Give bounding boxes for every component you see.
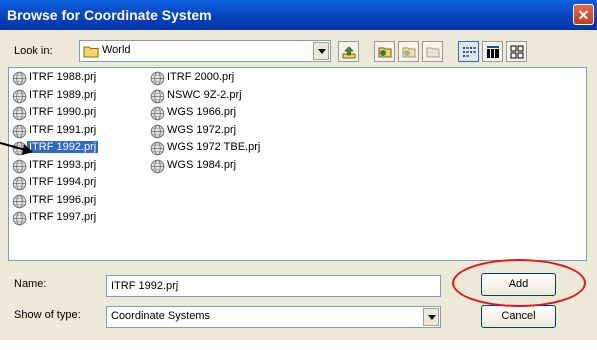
connect-folder-icon xyxy=(378,47,392,58)
globe-icon xyxy=(150,106,165,124)
folder-icon xyxy=(83,46,99,58)
new-folder-button[interactable] xyxy=(422,41,443,62)
name-input[interactable]: ITRF 1992.prj xyxy=(106,275,441,297)
file-name: ITRF 1996.prj xyxy=(29,193,97,206)
file-name: WGS 1972 TBE.prj xyxy=(167,141,261,153)
look-in-value: World xyxy=(102,44,131,56)
look-in-label: Look in: xyxy=(14,45,53,57)
file-name: ITRF 1994.prj xyxy=(29,176,97,188)
show-of-type-dropdown[interactable]: Coordinate Systems xyxy=(106,306,441,328)
list-view-icon xyxy=(463,47,476,57)
title-bar[interactable]: Browse for Coordinate System ✕ xyxy=(0,0,597,30)
file-name: ITRF 1989.prj xyxy=(29,88,97,101)
file-name: ITRF 2000.prj xyxy=(167,71,235,83)
file-name: ITRF 1988.prj xyxy=(29,71,97,83)
file-list[interactable]: ITRF 1988.prj ITRF 1989.prj ITRF 1990.prj I… xyxy=(8,67,587,261)
up-one-level-button[interactable] xyxy=(338,41,359,62)
globe-icon xyxy=(12,176,27,194)
globe-icon xyxy=(12,89,27,107)
show-of-type-label: Show of type: xyxy=(14,309,81,321)
disconnect-folder-icon xyxy=(402,47,416,58)
cancel-button[interactable]: Cancel xyxy=(481,305,556,328)
details-view-icon xyxy=(487,46,499,58)
dialog-title: Browse for Coordinate System xyxy=(7,7,212,23)
thumbnails-view-button[interactable] xyxy=(506,41,527,62)
look-in-dropdown[interactable]: World xyxy=(79,40,331,62)
file-name: ITRF 1997.prj xyxy=(29,211,97,223)
new-folder-icon xyxy=(426,47,440,58)
file-name: WGS 1972.prj xyxy=(167,123,237,136)
details-view-button[interactable] xyxy=(482,41,503,62)
disconnect-folder-button[interactable] xyxy=(398,41,419,62)
name-label: Name: xyxy=(14,278,47,290)
show-of-type-value: Coordinate Systems xyxy=(111,310,211,322)
add-button-highlight-ring xyxy=(452,259,586,307)
page-background-strip xyxy=(0,340,597,350)
globe-icon xyxy=(12,71,27,89)
globe-icon xyxy=(150,159,165,177)
up-one-level-icon xyxy=(342,46,356,59)
list-view-button[interactable] xyxy=(458,41,479,62)
thumbnails-view-icon xyxy=(510,45,524,59)
file-name: WGS 1984.prj xyxy=(167,158,237,171)
globe-icon xyxy=(12,211,27,229)
look-in-dropdown-arrow[interactable] xyxy=(313,42,329,60)
show-of-type-dropdown-arrow[interactable] xyxy=(423,308,439,326)
file-name: ITRF 1991.prj xyxy=(29,123,97,136)
file-name: WGS 1966.prj xyxy=(167,106,237,118)
close-icon: ✕ xyxy=(577,7,590,23)
globe-icon xyxy=(150,89,165,107)
name-input-value: ITRF 1992.prj xyxy=(111,280,179,292)
globe-icon xyxy=(150,71,165,89)
globe-icon xyxy=(12,106,27,124)
file-name: ITRF 1990.prj xyxy=(29,106,97,118)
selection-arrow-annotation xyxy=(0,142,33,155)
globe-icon xyxy=(150,124,165,142)
globe-icon xyxy=(150,141,165,159)
globe-icon xyxy=(12,194,27,212)
close-button[interactable]: ✕ xyxy=(573,4,594,25)
file-name: NSWC 9Z-2.prj xyxy=(167,88,242,101)
connect-folder-button[interactable] xyxy=(374,41,395,62)
